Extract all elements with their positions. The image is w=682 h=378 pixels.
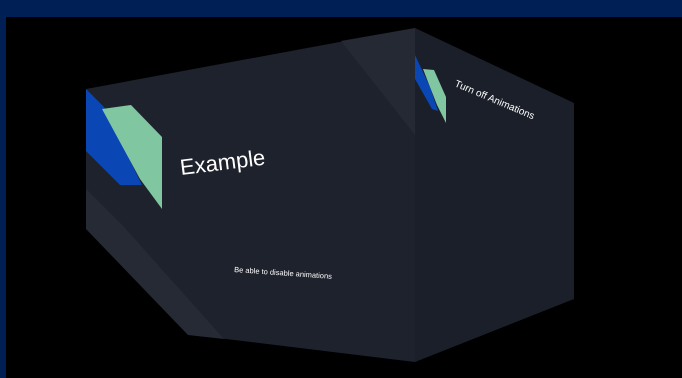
slide-cube: Example Be able to disable animations Tu… [86, 28, 574, 362]
front-slide-face[interactable] [86, 28, 415, 362]
app-frame: Example Be able to disable animations Tu… [0, 0, 682, 378]
presentation-viewport: Example Be able to disable animations Tu… [6, 17, 682, 378]
side-slide-face[interactable] [415, 28, 574, 362]
